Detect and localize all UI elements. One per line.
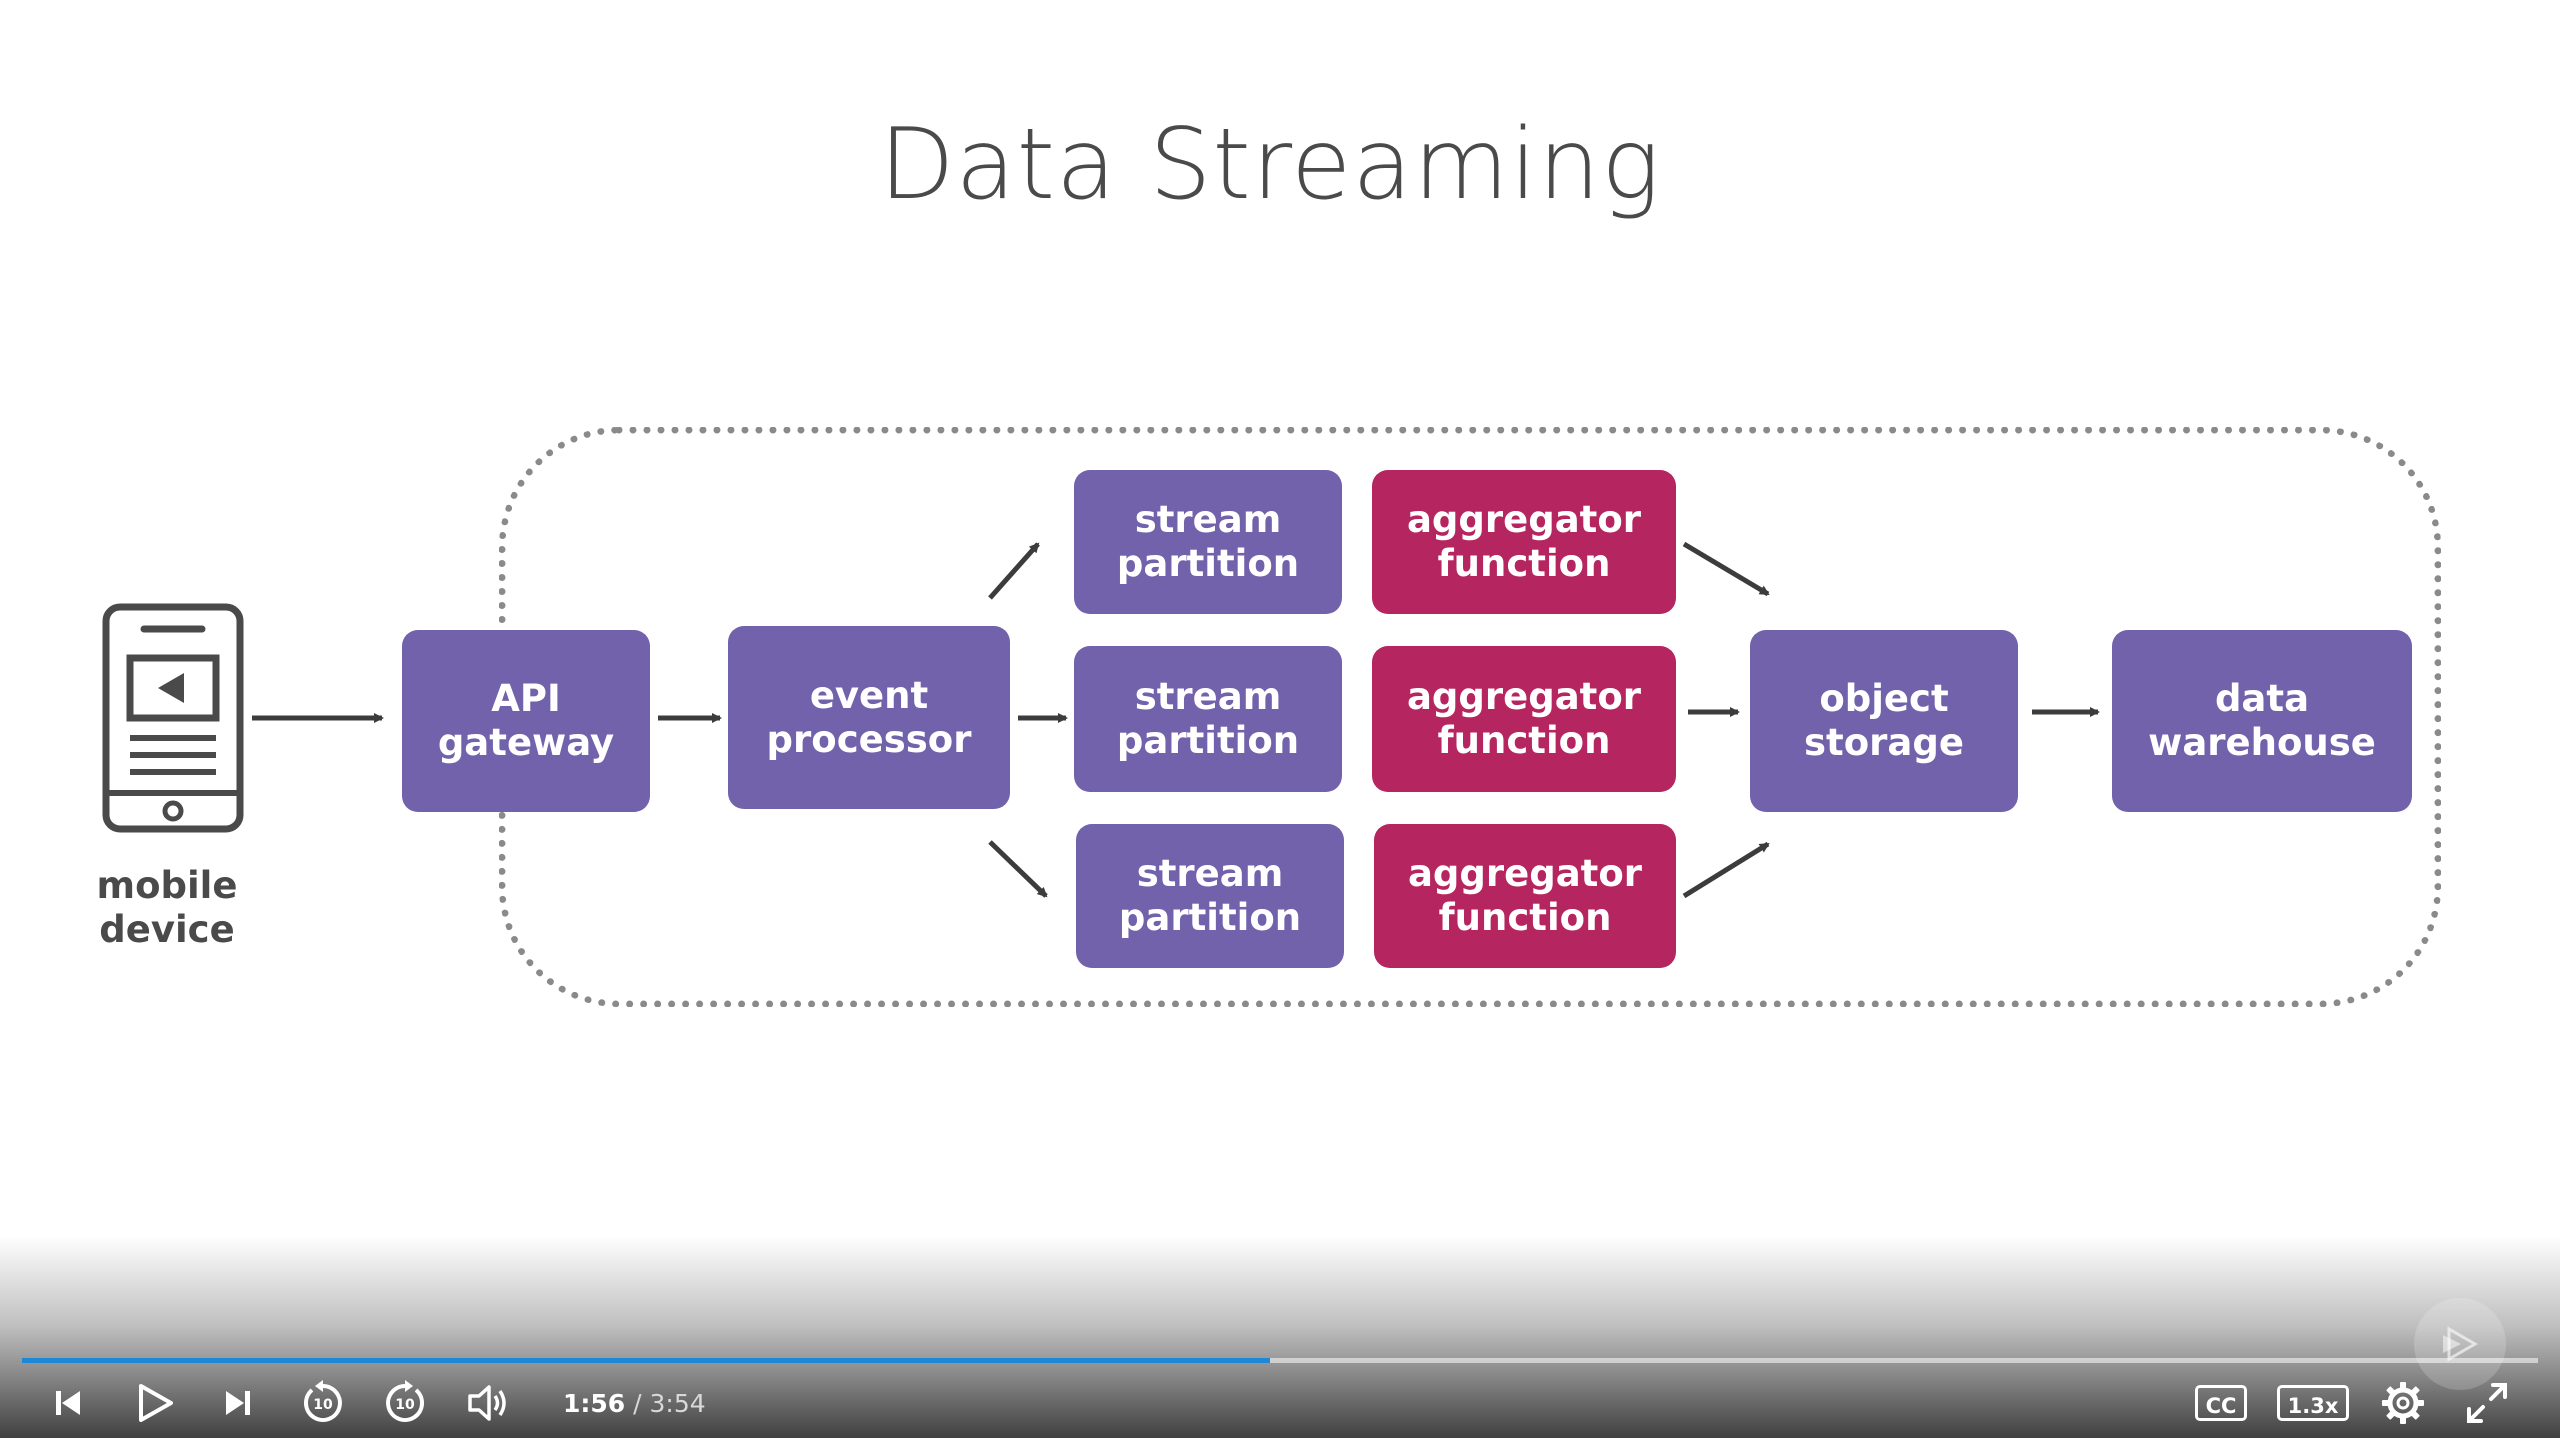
forward-seconds-label: 10 xyxy=(395,1397,415,1413)
settings-button[interactable] xyxy=(2378,1378,2428,1428)
captions-button[interactable]: CC xyxy=(2194,1378,2248,1428)
play-button[interactable] xyxy=(132,1378,178,1428)
previous-icon xyxy=(56,1391,80,1415)
rewind-seconds-label: 10 xyxy=(313,1397,333,1413)
fullscreen-button[interactable] xyxy=(2462,1378,2512,1428)
rewind-10-icon: 10 xyxy=(304,1380,342,1422)
pluralsight-logo-icon xyxy=(2414,1298,2506,1390)
progress-bar[interactable] xyxy=(22,1358,2538,1363)
volume-icon xyxy=(468,1385,506,1421)
rewind-10-button[interactable]: 10 xyxy=(298,1378,348,1428)
settings-icon xyxy=(2382,1382,2424,1424)
fullscreen-icon xyxy=(2467,1383,2507,1423)
playback-speed-button[interactable]: 1.3x xyxy=(2276,1378,2350,1428)
arrow-aggregator-1-to-storage xyxy=(1682,541,1770,597)
arrow-aggregator-3-to-storage xyxy=(1682,841,1770,899)
current-time: 1:56 xyxy=(563,1389,626,1418)
forward-10-button[interactable]: 10 xyxy=(380,1378,430,1428)
next-button[interactable] xyxy=(218,1378,258,1428)
forward-10-icon: 10 xyxy=(386,1380,424,1422)
captions-icon: CC xyxy=(2194,1385,2248,1421)
time-display: 1:56 / 3:54 xyxy=(563,1384,706,1424)
volume-button[interactable] xyxy=(464,1378,514,1428)
play-icon xyxy=(139,1384,173,1422)
speed-icon: 1.3x xyxy=(2276,1385,2350,1421)
previous-button[interactable] xyxy=(48,1378,88,1428)
arrow-processor-to-partition-1 xyxy=(988,542,1040,600)
time-separator: / xyxy=(633,1389,642,1418)
next-icon xyxy=(226,1391,250,1415)
duration: 3:54 xyxy=(649,1389,706,1418)
progress-bar-played xyxy=(22,1358,1270,1363)
arrow-processor-to-partition-3 xyxy=(988,840,1048,898)
slide: Data Streaming mobile device API gateway… xyxy=(0,0,2560,1438)
flow-arrows xyxy=(252,541,2100,899)
